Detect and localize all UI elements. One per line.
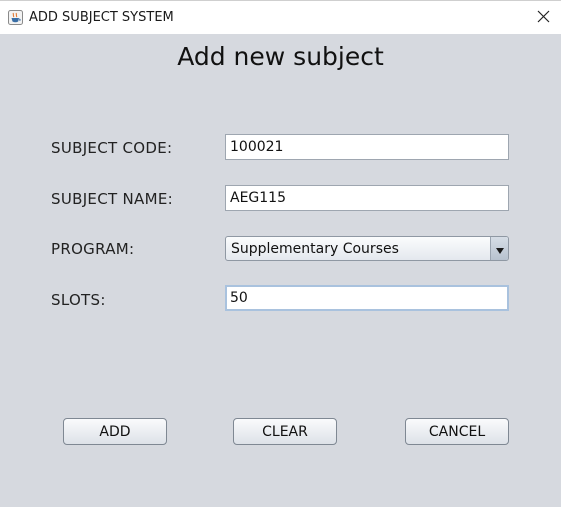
subject-code-label: SUBJECT CODE: [51,139,173,157]
program-dropdown-button[interactable] [490,237,508,260]
chevron-down-icon [495,239,504,258]
cancel-button[interactable]: CANCEL [405,418,509,445]
page-title: Add new subject [177,42,384,71]
title-bar: ADD SUBJECT SYSTEM [0,0,561,34]
close-icon [537,8,550,27]
slots-field[interactable] [225,285,509,311]
clear-button[interactable]: CLEAR [233,418,337,445]
add-subject-window: ADD SUBJECT SYSTEM Add new subject SUBJE… [0,0,561,507]
program-select[interactable]: Supplementary Courses [225,236,509,261]
subject-name-field[interactable] [225,185,509,211]
window-title: ADD SUBJECT SYSTEM [29,10,174,25]
subject-name-label: SUBJECT NAME: [51,190,173,208]
add-button[interactable]: ADD [63,418,167,445]
subject-code-field[interactable] [225,134,509,160]
slots-label: SLOTS: [51,291,106,309]
java-cup-icon [8,10,23,25]
program-label: PROGRAM: [51,240,135,258]
close-button[interactable] [526,1,561,34]
program-selected-value: Supplementary Courses [231,241,399,257]
